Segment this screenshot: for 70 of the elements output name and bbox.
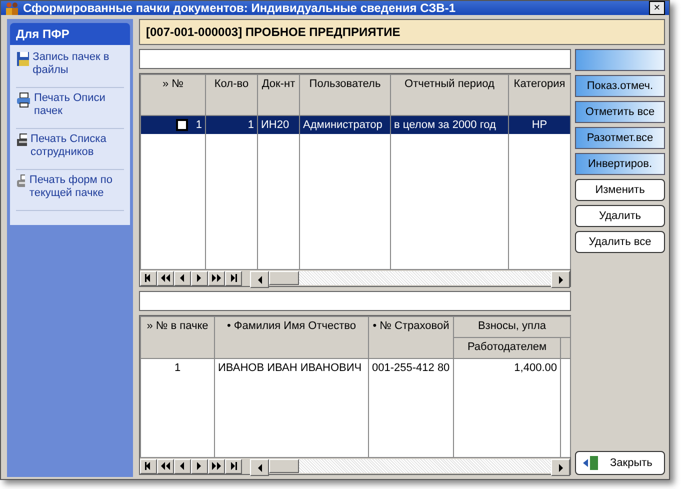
sidebar-link[interactable]: Печать форм по текущей пачке (29, 174, 124, 206)
scroll-thumb[interactable] (269, 459, 299, 473)
exit-door-icon (582, 455, 600, 471)
table-cell: 001-255-412 80 (368, 358, 454, 377)
column-header[interactable]: » № в пачке (140, 316, 214, 358)
close-dialog-button[interactable]: Закрыть (575, 451, 665, 475)
column-header[interactable]: Взносы, упла (454, 316, 570, 338)
printer-icon (16, 133, 27, 149)
sidebar-link[interactable]: Запись пачек в файлы (32, 51, 124, 83)
table-cell: Администратор (300, 116, 390, 134)
prev-page-button[interactable] (157, 458, 174, 474)
column-header[interactable]: Док-нт (258, 74, 300, 116)
scroll-thumb[interactable] (269, 271, 299, 285)
scroll-right-icon (556, 462, 564, 472)
action-button[interactable]: Показ.отмеч. (575, 75, 665, 97)
first-button[interactable] (140, 458, 157, 474)
action-button[interactable]: Удалить (575, 205, 665, 227)
close-button[interactable]: × (649, 1, 665, 15)
prev-button[interactable] (174, 458, 191, 474)
printer-icon (16, 92, 30, 108)
column-header[interactable]: Пользователь (300, 74, 390, 116)
first-button[interactable] (140, 270, 157, 286)
checkbox[interactable] (176, 119, 188, 132)
prev-button[interactable] (174, 270, 191, 286)
table-cell: ИН20 (258, 116, 300, 134)
sidebar-title: Для ПФР (10, 23, 130, 45)
people-icon (5, 1, 19, 15)
column-header[interactable]: » № (140, 74, 206, 116)
scroll-right-icon (556, 274, 564, 284)
column-header[interactable]: • № Страховой (368, 316, 454, 358)
action-button[interactable]: Удалить все (575, 231, 665, 253)
prev-page-button[interactable] (157, 270, 174, 286)
scroll-left-icon (256, 462, 264, 472)
action-button[interactable]: Разотмет.все (575, 127, 665, 149)
column-header[interactable]: • Фамилия Имя Отчество (214, 316, 368, 358)
next-page-button[interactable] (208, 270, 225, 286)
table-cell: 1 (140, 358, 214, 377)
table-cell: в целом за 2000 год (390, 116, 508, 134)
next-page-icon (212, 273, 222, 283)
prev-page-icon (160, 273, 170, 283)
scrollbar[interactable] (250, 271, 570, 285)
scrollbar[interactable] (250, 459, 570, 473)
next-button[interactable] (191, 270, 208, 286)
action-button[interactable]: Отметить все (575, 101, 665, 123)
column-header[interactable]: Отчетный период (390, 74, 508, 116)
sidebar-link[interactable]: Печать Описи пачек (34, 92, 124, 124)
organization-header: [007-001-000003] ПРОБНОЕ ПРЕДПРИЯТИЕ (139, 19, 665, 45)
column-header[interactable]: Работодателем (454, 338, 560, 358)
scroll-left-icon (256, 274, 264, 284)
next-page-button[interactable] (208, 458, 225, 474)
last-icon (228, 461, 238, 471)
column-header[interactable]: Кол-во (206, 74, 258, 116)
printer-icon (16, 174, 26, 190)
table-cell: ИВАНОВ ИВАН ИВАНОВИЧ (214, 358, 368, 377)
next-button[interactable] (191, 458, 208, 474)
prev-page-icon (160, 461, 170, 471)
next-page-icon (212, 461, 222, 471)
action-button[interactable]: Изменить (575, 179, 665, 201)
column-header[interactable]: Категория (508, 74, 570, 116)
action-button[interactable] (575, 49, 665, 71)
sidebar-link[interactable]: Печать Списка сотрудников (30, 133, 124, 165)
table-cell: 1 (206, 116, 258, 134)
action-button[interactable]: Инвертиров. (575, 153, 665, 175)
last-button[interactable] (225, 458, 242, 474)
last-icon (228, 273, 238, 283)
window-title: Сформированные пачки документов: Индивидуальные сведения СЗВ-1 (23, 1, 456, 15)
table-cell: 1,400.00 (454, 358, 560, 377)
last-button[interactable] (225, 270, 242, 286)
table-cell: НР (508, 116, 570, 134)
table-cell: 1 (140, 116, 206, 134)
